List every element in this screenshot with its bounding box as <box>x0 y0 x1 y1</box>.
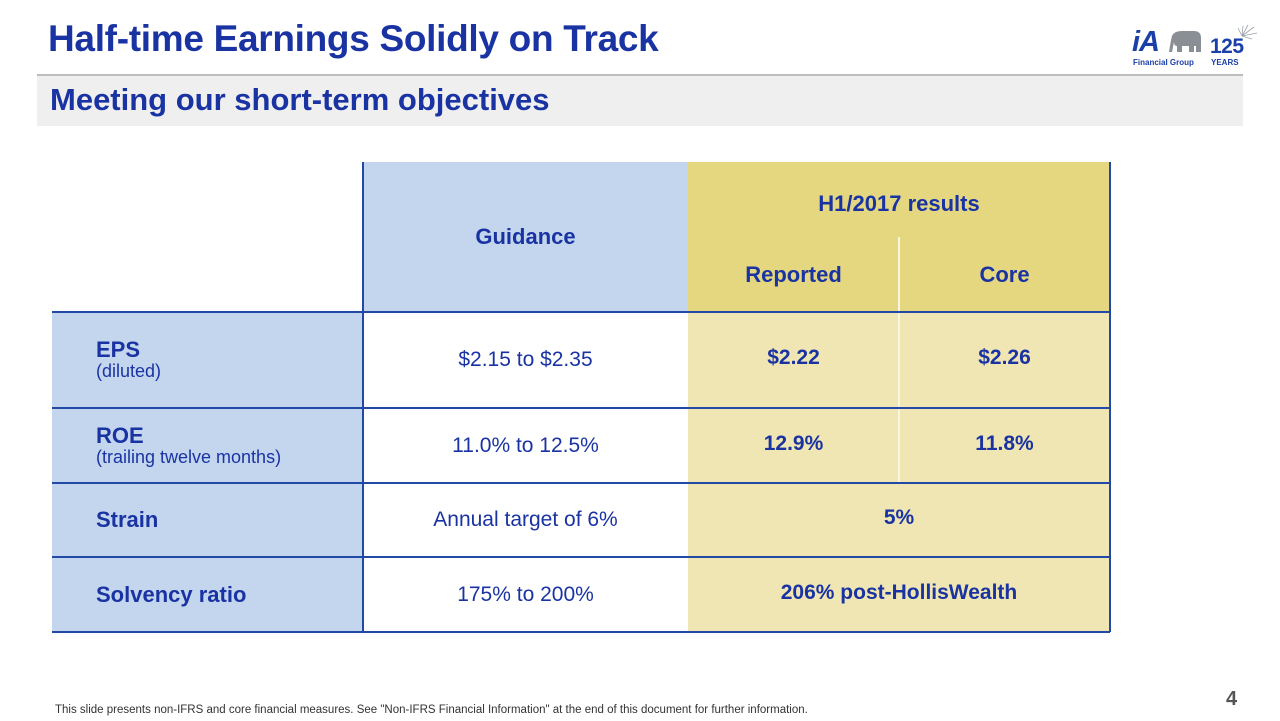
core-cell: 11.8% <box>899 408 1110 483</box>
row-label: Strain <box>96 507 159 532</box>
grid-line <box>52 631 1110 633</box>
result-value: 5% <box>883 506 915 529</box>
row-label: Solvency ratio <box>96 581 247 607</box>
table-row-label: Strain <box>52 483 363 557</box>
reported-cell: $2.22 <box>688 312 899 408</box>
table-row-label: Solvency ratio <box>52 557 363 632</box>
row-label: ROE <box>96 422 144 448</box>
grid-line <box>52 556 1110 558</box>
elephant-icon <box>1169 31 1201 52</box>
slide-subtitle: Meeting our short-term objectives <box>50 82 550 117</box>
header-empty-cell <box>52 162 363 312</box>
reported-cell: 12.9% <box>688 408 899 483</box>
guidance-cell: 175% to 200% <box>363 557 688 632</box>
guidance-value: 11.0% to 12.5% <box>452 433 599 457</box>
header-results-cell: H1/2017 results <box>688 162 1110 237</box>
guidance-value: 175% to 200% <box>457 582 594 606</box>
row-label: EPS <box>96 337 141 362</box>
reported-value: $2.22 <box>767 346 820 369</box>
page-number: 4 <box>1226 688 1238 710</box>
header-guidance: Guidance <box>475 224 576 249</box>
result-cell: 5% <box>688 483 1110 557</box>
row-sublabel: (trailing twelve months) <box>96 446 282 467</box>
header-guidance-cell: Guidance <box>363 162 688 312</box>
header-results-group: H1/2017 results <box>818 190 980 216</box>
grid-line <box>1109 162 1111 632</box>
result-value: 206% post-HollisWealth <box>780 580 1018 604</box>
logo-tagline: Financial Group <box>1133 58 1194 67</box>
row-sublabel: (diluted) <box>96 361 162 381</box>
grid-line <box>898 237 900 483</box>
footnote: This slide presents non-IFRS and core fi… <box>55 704 808 716</box>
company-logo: iA Financial Group 125 YEARS <box>1130 24 1260 72</box>
logo-brand: iA <box>1132 26 1160 58</box>
guidance-cell: 11.0% to 12.5% <box>363 408 688 483</box>
guidance-value: Annual target of 6% <box>433 508 618 531</box>
slide-title: Half-time Earnings Solidly on Track <box>48 18 659 59</box>
grid-line <box>52 482 1110 484</box>
header-reported: Reported <box>745 261 842 287</box>
guidance-cell: Annual target of 6% <box>363 483 688 557</box>
header-core: Core <box>979 261 1030 287</box>
core-cell: $2.26 <box>899 312 1110 408</box>
subtitle-band: Meeting our short-term objectives <box>37 76 1243 126</box>
reported-value: 12.9% <box>763 431 824 455</box>
table-row-label: EPS (diluted) <box>52 312 363 408</box>
objectives-table: Guidance H1/2017 results Reported Core E… <box>52 162 1111 633</box>
guidance-value: $2.15 to $2.35 <box>458 348 593 371</box>
grid-line <box>362 162 364 632</box>
grid-line <box>52 407 1110 409</box>
logo-anniversary-label: YEARS <box>1211 58 1239 67</box>
table-row-label: ROE (trailing twelve months) <box>52 408 363 483</box>
header-core-cell: Core <box>899 237 1110 312</box>
grid-line <box>52 311 1110 313</box>
result-cell: 206% post-HollisWealth <box>688 557 1110 632</box>
guidance-cell: $2.15 to $2.35 <box>363 312 688 408</box>
header-reported-cell: Reported <box>688 237 899 312</box>
core-value: 11.8% <box>975 431 1034 455</box>
core-value: $2.26 <box>978 346 1031 369</box>
sparkle-icon <box>1237 24 1258 40</box>
